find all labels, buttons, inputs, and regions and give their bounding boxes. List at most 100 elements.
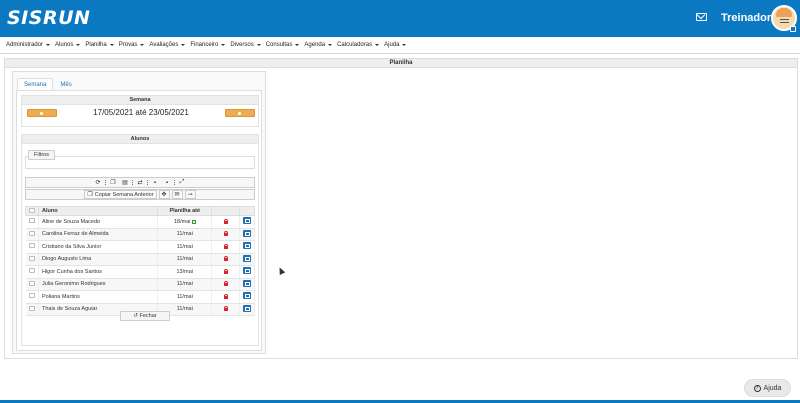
row-checkbox[interactable] — [28, 230, 35, 236]
copy-week-label: Copiar Semana Anterior — [94, 191, 154, 198]
close-button[interactable]: ↺ Fechar — [120, 311, 170, 321]
lock-cell[interactable] — [211, 253, 240, 266]
avatar-edit-icon[interactable] — [790, 26, 796, 32]
lock-cell[interactable] — [211, 278, 240, 291]
table-row[interactable]: Higor Cunha dos Santos 13/mai — [25, 265, 255, 279]
edit-sheet-icon[interactable] — [243, 267, 251, 275]
copy-previous-week-button[interactable]: ❐ Copiar Semana Anterior — [84, 190, 157, 199]
row-checkbox[interactable] — [28, 255, 35, 261]
lock-icon[interactable] — [223, 281, 229, 287]
menu-item-3[interactable]: Provas — [119, 42, 145, 48]
row-checkbox[interactable] — [28, 305, 35, 311]
edit-sheet-icon[interactable] — [243, 217, 251, 225]
column-header-aluno[interactable]: Aluno — [37, 206, 159, 216]
edit-cell[interactable] — [239, 228, 255, 241]
row-checkbox[interactable] — [28, 293, 35, 299]
lock-icon[interactable] — [223, 306, 229, 312]
menu-item-4[interactable]: Avaliações — [149, 42, 186, 48]
edit-sheet-icon[interactable] — [243, 279, 251, 287]
menu-item-7[interactable]: Consultas — [266, 42, 300, 48]
select-all-header[interactable] — [25, 206, 39, 216]
row-select[interactable] — [25, 240, 39, 254]
expand-icon[interactable]: ⤢ — [178, 179, 186, 187]
lock-icon[interactable] — [223, 218, 229, 224]
table-row[interactable]: Diogo Augusto Lima 11/mai — [25, 253, 255, 266]
lock-icon[interactable] — [223, 268, 229, 274]
caret-down-icon — [140, 44, 145, 46]
lock-cell[interactable] — [211, 240, 240, 254]
next-week-button[interactable] — [225, 109, 255, 117]
lock-cell[interactable] — [211, 215, 240, 229]
edit-cell[interactable] — [239, 278, 255, 291]
row-select[interactable] — [25, 228, 39, 241]
row-select[interactable] — [25, 303, 39, 316]
row-select[interactable] — [25, 290, 39, 304]
user-name[interactable]: Treinador — [721, 12, 771, 24]
edit-cell[interactable] — [239, 253, 255, 266]
lock-cell[interactable] — [211, 228, 240, 241]
row-checkbox[interactable] — [28, 243, 35, 249]
undo-icon: ↺ — [133, 313, 138, 319]
row-select[interactable] — [25, 215, 39, 229]
menu-item-1[interactable]: Alunos — [55, 42, 81, 48]
menu-item-9[interactable]: Calculadoras — [337, 42, 380, 48]
edit-cell[interactable] — [239, 303, 255, 316]
tab-mes[interactable]: Mês — [53, 78, 78, 90]
lock-cell[interactable] — [211, 290, 240, 304]
menu-item-10[interactable]: Ajuda — [384, 42, 407, 48]
menu-item-8[interactable]: Agenda — [304, 42, 333, 48]
pin-button[interactable]: ⊸ — [184, 190, 196, 199]
edit-sheet-icon[interactable] — [243, 304, 251, 312]
edit-cell[interactable] — [239, 240, 255, 254]
send-email-button[interactable]: ✉ — [171, 190, 183, 199]
menu-item-5[interactable]: Financeiro — [190, 42, 226, 48]
edit-cell[interactable] — [239, 215, 255, 229]
row-checkbox[interactable] — [28, 268, 35, 274]
edit-cell[interactable] — [239, 290, 255, 304]
sheet-until-cell: 11/mai — [157, 240, 213, 254]
refresh-icon[interactable]: ⟳ — [94, 179, 102, 187]
menu-item-0[interactable]: Administrador — [6, 42, 51, 48]
row-checkbox[interactable] — [28, 280, 35, 286]
column-header-lock — [211, 206, 240, 216]
edit-sheet-icon[interactable] — [243, 229, 251, 237]
lock-cell[interactable] — [211, 265, 240, 279]
menu-item-2[interactable]: Planilha — [85, 42, 114, 48]
table-row[interactable]: Poliana Martins 11/mai — [25, 290, 255, 304]
filters-button[interactable]: Filtros — [28, 150, 55, 160]
lock-cell[interactable] — [211, 303, 240, 316]
copy-icon[interactable]: ❐ — [109, 179, 117, 187]
lock-icon[interactable] — [223, 231, 229, 237]
help-button[interactable]: ? Ajuda — [744, 379, 791, 397]
select-all-checkbox[interactable] — [29, 207, 35, 213]
transfer-icon[interactable]: ⇄ — [136, 179, 144, 187]
edit-sheet-icon[interactable] — [243, 292, 251, 300]
table-row[interactable]: Cristiano da Silva Junior 11/mai — [25, 240, 255, 254]
row-select[interactable] — [25, 278, 39, 291]
row-select[interactable] — [25, 265, 39, 279]
table-row[interactable]: Julia Geronimo Rodrigues 11/mai — [25, 278, 255, 291]
row-checkbox[interactable] — [28, 218, 35, 224]
menu-item-6[interactable]: Diversos — [230, 42, 261, 48]
students-table: Aluno Planilha até Aline de Souza Macedo… — [25, 206, 255, 316]
menu-item-label: Agenda — [304, 42, 326, 48]
lock-icon[interactable] — [223, 293, 229, 299]
lock-icon[interactable] — [223, 256, 229, 262]
edit-sheet-icon[interactable] — [243, 242, 251, 250]
tab-semana[interactable]: Semana — [17, 78, 54, 90]
table-row[interactable]: Carolina Ferraz de Almeida 11/mai — [25, 228, 255, 241]
edit-sheet-icon[interactable] — [243, 254, 251, 262]
column-header-planilha[interactable]: Planilha até — [157, 206, 213, 216]
edit-cell[interactable] — [239, 265, 255, 279]
lock-icon[interactable]: ▪ — [163, 179, 171, 187]
column-header-edit — [239, 206, 255, 216]
sheet-until-cell: 11/mai — [157, 278, 213, 291]
lock-icon[interactable] — [223, 243, 229, 249]
sisrun-logo[interactable]: SISRUN — [7, 7, 90, 29]
move-button[interactable]: ✥ — [158, 190, 170, 199]
row-select[interactable] — [25, 253, 39, 266]
unlock-icon[interactable]: ▪ — [151, 179, 159, 187]
table-row[interactable]: Aline de Souza Macedo 18/mai — [25, 215, 255, 229]
paste-icon[interactable]: ▤ — [121, 179, 129, 187]
mail-icon[interactable] — [696, 13, 707, 21]
